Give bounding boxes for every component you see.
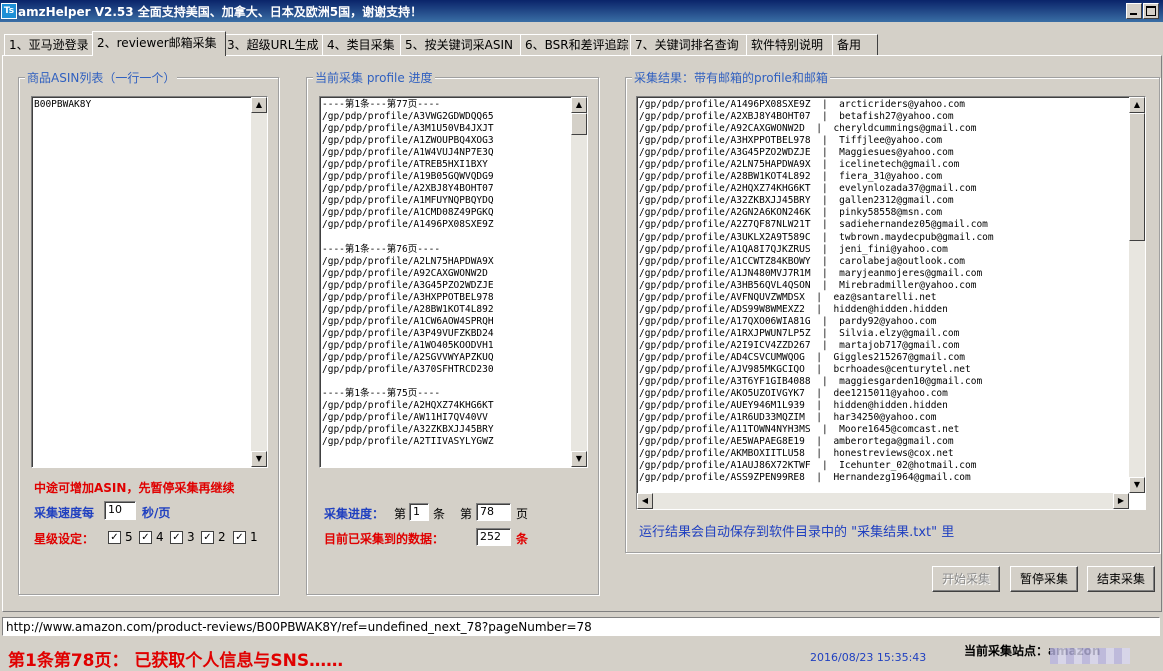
scroll-up-arrow-icon[interactable]: ▲ <box>1129 97 1145 113</box>
asin-list-content: B00PBWAK8Y <box>34 99 92 110</box>
page-unit: 页 <box>516 507 529 521</box>
asin-list-legend: 商品ASIN列表（一行一个） <box>25 69 178 86</box>
tab-super-url[interactable]: 3、超级URL生成 <box>222 34 326 56</box>
results-save-note: 运行结果会自动保存到软件目录中的 "采集结果.txt" 里 <box>639 525 955 540</box>
maximize-button[interactable] <box>1143 3 1159 19</box>
star-1-label: 1 <box>250 530 258 544</box>
page-prefix: 第 <box>460 507 473 521</box>
tab-keyword-asin[interactable]: 5、按关键词采ASIN <box>400 34 524 56</box>
star-2-checkbox[interactable]: ✓ <box>201 531 214 544</box>
results-hscrollbar[interactable]: ◀ ▶ <box>637 493 1129 509</box>
tab-reviewer-email[interactable]: 2、reviewer邮箱采集 <box>92 31 226 56</box>
star-setting-label: 星级设定： <box>34 532 95 546</box>
app-icon: Ts <box>1 3 17 19</box>
status-obscured-area <box>1050 648 1130 664</box>
collected-count-unit: 条 <box>516 532 529 546</box>
title-bar: Ts amzHelper V2.53 全面支持美国、加拿大、日本及欧洲5国，谢谢… <box>0 0 1163 22</box>
results-content: /gp/pdp/profile/A1496PX08SXE9Z | arcticr… <box>639 99 994 484</box>
item-prefix: 第 <box>394 507 407 521</box>
minimize-button[interactable] <box>1126 3 1142 19</box>
tab-keyword-rank[interactable]: 7、关键词排名查询 <box>630 34 750 56</box>
status-timestamp: 2016/08/23 15:35:43 <box>810 651 927 664</box>
window-title: amzHelper V2.53 全面支持美国、加拿大、日本及欧洲5国，谢谢支持！ <box>18 5 423 19</box>
progress-textarea[interactable]: ----第1条---第77页---- /gp/pdp/profile/A3VWG… <box>319 96 588 468</box>
star-4-label: 4 <box>156 530 164 544</box>
star-5-label: 5 <box>125 530 133 544</box>
current-url-field[interactable]: http://www.amazon.com/product-reviews/B0… <box>2 617 1160 636</box>
pause-collect-button[interactable]: 暂停采集 <box>1010 566 1078 592</box>
item-unit: 条 <box>433 507 446 521</box>
speed-unit: 秒/页 <box>142 506 171 520</box>
star-1-checkbox[interactable]: ✓ <box>233 531 246 544</box>
tab-special-notes[interactable]: 软件特别说明 <box>746 34 836 56</box>
star-4-checkbox[interactable]: ✓ <box>139 531 152 544</box>
speed-input[interactable]: 10 <box>104 501 136 520</box>
scroll-right-arrow-icon[interactable]: ▶ <box>1113 493 1129 509</box>
tab-category[interactable]: 4、类目采集 <box>322 34 404 56</box>
page-number-field[interactable]: 78 <box>476 503 511 521</box>
results-textarea[interactable]: /gp/pdp/profile/A1496PX08SXE9Z | arcticr… <box>636 96 1146 510</box>
speed-label: 采集速度每 <box>34 506 95 520</box>
scroll-down-arrow-icon[interactable]: ▼ <box>1129 477 1145 493</box>
scroll-thumb[interactable] <box>571 113 587 135</box>
scroll-down-arrow-icon[interactable]: ▼ <box>251 451 267 467</box>
star-2-label: 2 <box>218 530 226 544</box>
scroll-up-arrow-icon[interactable]: ▲ <box>251 97 267 113</box>
star-5-checkbox[interactable]: ✓ <box>108 531 121 544</box>
tab-bsr-tracking[interactable]: 6、BSR和差评追踪 <box>520 34 634 56</box>
collected-count-field[interactable]: 252 <box>476 528 511 546</box>
results-vscrollbar[interactable]: ▲ ▼ <box>1129 97 1145 493</box>
status-message: 第1条第78页： 已获取个人信息与SNS…… <box>8 651 344 671</box>
scroll-thumb[interactable] <box>1129 113 1145 241</box>
asin-list-textarea[interactable]: B00PBWAK8Y ▲ ▼ <box>31 96 268 468</box>
results-legend: 采集结果：带有邮箱的profile和邮箱 <box>632 69 830 86</box>
progress-label: 采集进度： <box>324 507 385 521</box>
stop-collect-button[interactable]: 结束采集 <box>1087 566 1155 592</box>
progress-scrollbar[interactable]: ▲ ▼ <box>571 97 587 467</box>
progress-log-content: ----第1条---第77页---- /gp/pdp/profile/A3VWG… <box>322 99 494 448</box>
collected-count-label: 目前已采集到的数据： <box>324 532 445 546</box>
tab-amazon-login[interactable]: 1、亚马逊登录 <box>4 34 96 56</box>
start-collect-button[interactable]: 开始采集 <box>932 566 1000 592</box>
tab-backup[interactable]: 备用 <box>832 34 878 56</box>
asin-list-scrollbar[interactable]: ▲ ▼ <box>251 97 267 467</box>
item-index-field[interactable]: 1 <box>409 503 429 521</box>
progress-legend: 当前采集 profile 进度 <box>313 69 435 86</box>
scroll-left-arrow-icon[interactable]: ◀ <box>637 493 653 509</box>
scroll-down-arrow-icon[interactable]: ▼ <box>571 451 587 467</box>
scroll-up-arrow-icon[interactable]: ▲ <box>571 97 587 113</box>
asin-hint-text: 中途可增加ASIN，先暂停采集再继续 <box>34 481 235 495</box>
star-3-checkbox[interactable]: ✓ <box>170 531 183 544</box>
star-3-label: 3 <box>187 530 195 544</box>
